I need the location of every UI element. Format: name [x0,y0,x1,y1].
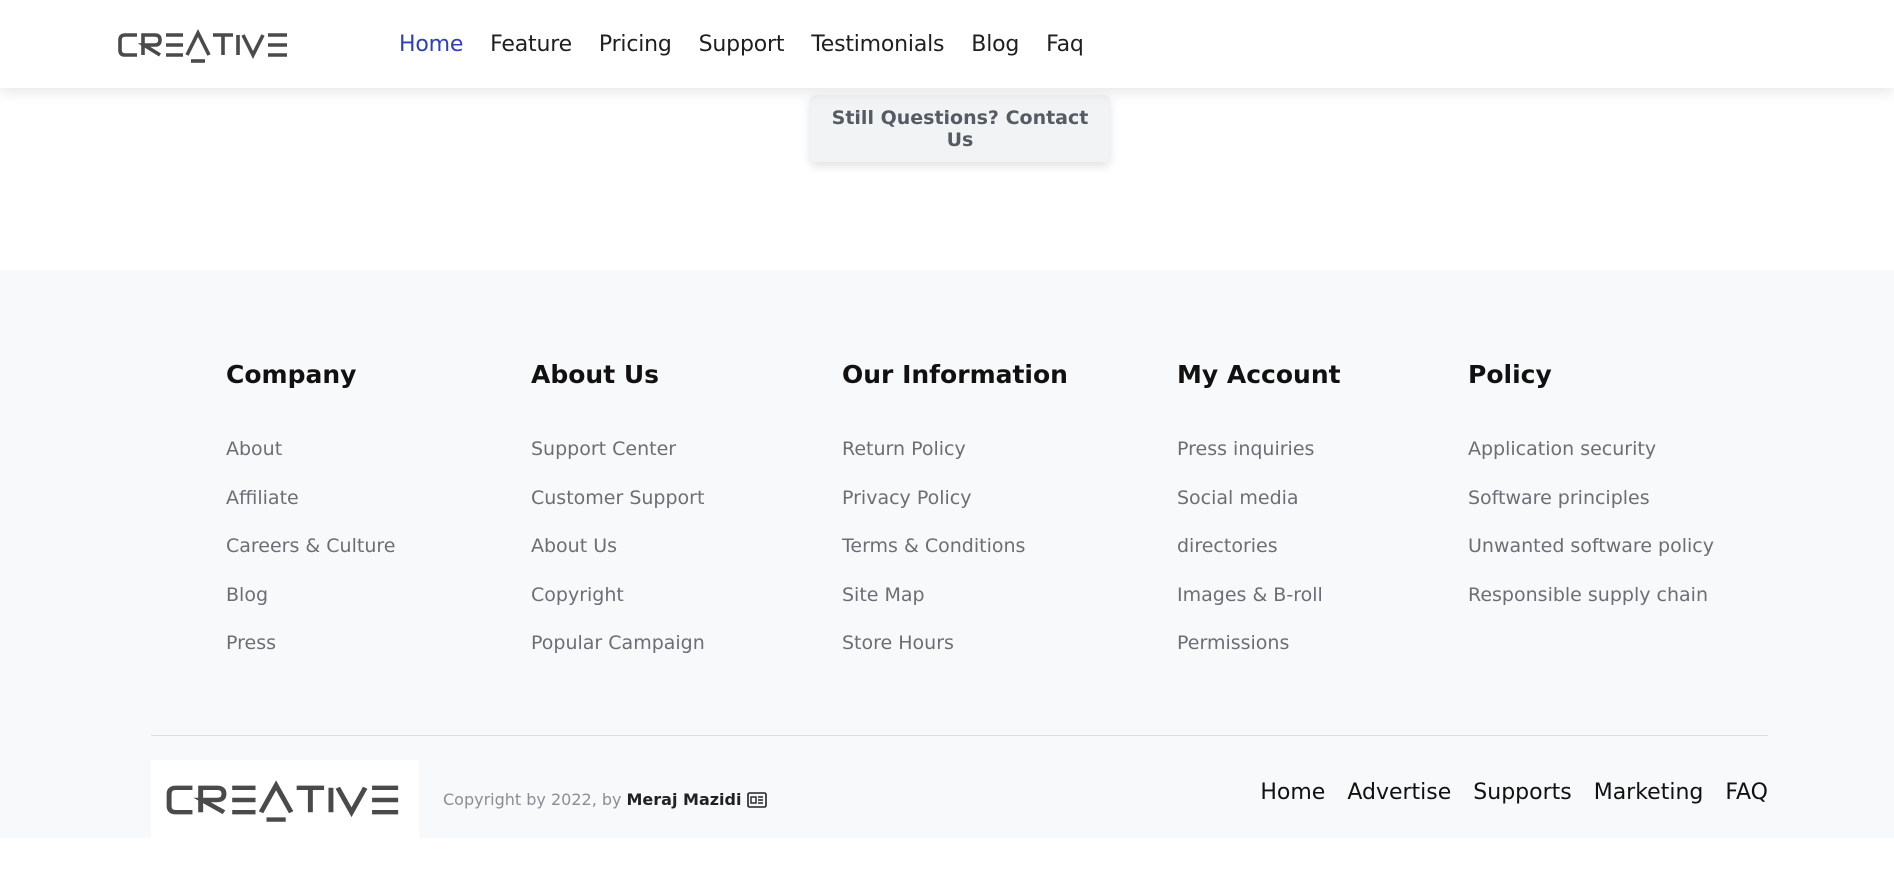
footer-column-our-information: Our Information Return Policy Privacy Po… [842,360,1068,679]
column-title: Policy [1468,360,1552,389]
footer-nav-faq[interactable]: FAQ [1725,780,1768,805]
footer-link[interactable]: Responsible supply chain [1468,584,1708,606]
footer-brand-logo[interactable] [151,760,419,840]
column-title: About Us [531,360,660,389]
nav-support[interactable]: Support [699,32,785,57]
nav-faq[interactable]: Faq [1046,32,1084,57]
footer-link[interactable]: Images & B-roll [1177,584,1323,606]
nav-testimonials[interactable]: Testimonials [811,32,944,57]
nav-blog[interactable]: Blog [971,32,1019,57]
copyright-notice: Copyright by 2022, by Meraj Mazidi [443,790,768,809]
copyright-author-link[interactable]: Meraj Mazidi [627,790,742,809]
footer-link[interactable]: Social media [1177,487,1299,509]
link-list: Return Policy Privacy Policy Terms & Con… [842,436,1068,679]
link-list: About Affiliate Careers & Culture Blog P… [226,436,395,679]
footer-divider [151,735,1768,736]
footer-link[interactable]: Customer Support [531,487,704,509]
brand-logo[interactable] [117,27,292,63]
nav-feature[interactable]: Feature [490,32,572,57]
footer-nav-advertise[interactable]: Advertise [1347,780,1451,805]
footer-column-about-us: About Us Support Center Customer Support… [531,360,705,679]
footer-column-my-account: My Account Press inquiries Social media … [1177,360,1341,679]
footer-link[interactable]: Careers & Culture [226,535,395,557]
footer-link[interactable]: Software principles [1468,487,1650,509]
footer-link[interactable]: Copyright [531,584,624,606]
footer-link[interactable]: Support Center [531,438,676,460]
footer-nav-home[interactable]: Home [1260,780,1325,805]
copyright-text: Copyright by 2022, by [443,790,622,809]
footer-link[interactable]: About [226,438,282,460]
footer-link[interactable]: Privacy Policy [842,487,971,509]
main-nav: Home Feature Pricing Support Testimonial… [399,0,1111,88]
creative-logo-icon [118,28,287,63]
footer-nav-supports[interactable]: Supports [1473,780,1571,805]
footer-bottom-nav: Home Advertise Supports Marketing FAQ [1238,780,1768,805]
link-list: Press inquiries Social media directories… [1177,436,1341,679]
footer-link[interactable]: Application security [1468,438,1656,460]
link-list: Support Center Customer Support About Us… [531,436,705,679]
nav-home[interactable]: Home [399,32,463,57]
footer-link[interactable]: directories [1177,535,1278,557]
site-footer: Company About Affiliate Careers & Cultur… [0,270,1894,840]
column-title: Our Information [842,360,1068,389]
footer-link[interactable]: Site Map [842,584,925,606]
footer-link[interactable]: Permissions [1177,632,1289,654]
creative-logo-icon [166,780,399,822]
column-title: Company [226,360,357,389]
footer-link[interactable]: Blog [226,584,268,606]
nav-pricing[interactable]: Pricing [599,32,672,57]
top-navbar: Home Feature Pricing Support Testimonial… [0,0,1894,88]
footer-link[interactable]: Return Policy [842,438,966,460]
footer-link[interactable]: Store Hours [842,632,954,654]
footer-link[interactable]: Unwanted software policy [1468,535,1714,557]
footer-link[interactable]: Terms & Conditions [842,535,1025,557]
column-title: My Account [1177,360,1341,389]
footer-link[interactable]: Press [226,632,276,654]
footer-column-company: Company About Affiliate Careers & Cultur… [226,360,395,679]
footer-column-policy: Policy Application security Software pri… [1468,360,1714,630]
footer-link[interactable]: Popular Campaign [531,632,705,654]
footer-link[interactable]: About Us [531,535,617,557]
footer-link[interactable]: Affiliate [226,487,299,509]
footer-link[interactable]: Press inquiries [1177,438,1314,460]
link-list: Application security Software principles… [1468,436,1714,630]
id-card-icon [747,791,768,808]
footer-nav-marketing[interactable]: Marketing [1594,780,1704,805]
contact-us-button[interactable]: Still Questions? Contact Us [810,95,1110,162]
